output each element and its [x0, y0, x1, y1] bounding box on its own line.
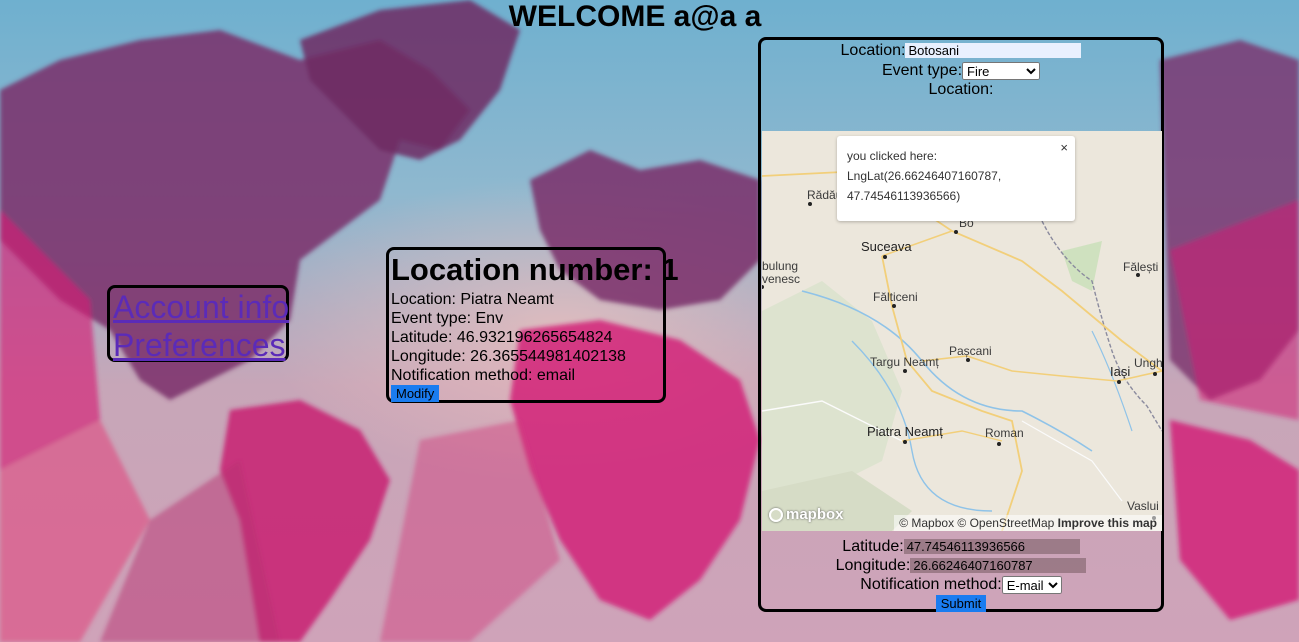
notification-text: Notification method: email [391, 367, 576, 384]
location-card: Location number: 1 Location: Piatra Neam… [386, 247, 679, 403]
new-location-form: Location: Event type:Fire Location: [758, 37, 1164, 612]
map-label-campulung: bulung [762, 259, 799, 273]
nav-box: Account info Preferences [107, 285, 289, 364]
improve-map-link[interactable]: Improve this map [1058, 516, 1157, 530]
event-type-label: Event type: [881, 62, 963, 79]
map-label-pascani: Pașcani [949, 344, 992, 358]
map-view[interactable]: Rădăuți Bo Suceava Fălești bulung venesc… [762, 131, 1162, 531]
location-input[interactable] [905, 43, 1082, 59]
modify-button[interactable]: Modify [391, 385, 440, 402]
map-label-vaslui: Vaslui [1127, 499, 1159, 513]
popup-line-3: 47.74546113936566) [847, 189, 961, 203]
latitude-input[interactable] [903, 539, 1080, 555]
account-info-link[interactable]: Account info [110, 288, 289, 326]
map-label-falesti: Fălești [1123, 260, 1159, 274]
event-type-text: Event type: Env [391, 310, 504, 327]
map-label-targu-neamt: Targu Neamț [870, 355, 939, 369]
latitude-text: Latitude: 46.932196265654824 [391, 329, 613, 346]
map-location-label: Location: [928, 81, 994, 98]
map-label-ungheni: Ungh [1134, 356, 1162, 370]
location-label: Location: [840, 42, 906, 59]
longitude-label: Longitude: [835, 557, 911, 574]
map-popup: × you clicked here: LngLat(26.6624640716… [837, 136, 1075, 221]
popup-line-2: LngLat(26.66246407160787, [847, 169, 1002, 183]
location-card-heading: Location number: 1 [391, 252, 679, 287]
popup-close-icon[interactable]: × [1060, 138, 1068, 158]
map-attribution: © Mapbox © OpenStreetMap Improve this ma… [894, 515, 1162, 531]
mapbox-logo-icon [769, 508, 783, 523]
map-label-falticeni: Fălticeni [873, 290, 918, 304]
mapbox-logo[interactable]: mapbox [769, 506, 844, 523]
map-label-suceava: Suceava [861, 239, 912, 254]
map-label-iasi: Iași [1110, 364, 1131, 379]
longitude-input[interactable] [910, 558, 1087, 574]
notification-method-select[interactable]: E-mail [1001, 575, 1062, 594]
preferences-link[interactable]: Preferences [110, 326, 286, 364]
latitude-label: Latitude: [842, 538, 904, 555]
location-text: Location: Piatra Neamt [391, 291, 554, 308]
welcome-title: WELCOME a@a a [508, 0, 762, 33]
event-type-select[interactable]: Fire [962, 61, 1041, 80]
attribution-text[interactable]: © Mapbox © OpenStreetMap [899, 516, 1054, 530]
notification-method-label: Notification method: [860, 576, 1002, 593]
longitude-text: Longitude: 26.365544981402138 [391, 348, 626, 365]
submit-button[interactable]: Submit [935, 595, 987, 612]
map-label-piatra-neamt: Piatra Neamț [867, 424, 943, 439]
popup-line-1: you clicked here: [847, 149, 938, 163]
map-label-moldovenesc: venesc [762, 272, 801, 286]
map-label-roman: Roman [985, 426, 1024, 440]
